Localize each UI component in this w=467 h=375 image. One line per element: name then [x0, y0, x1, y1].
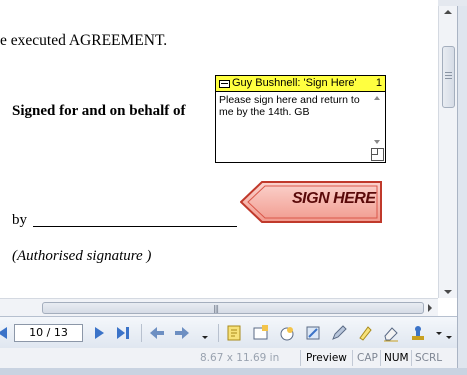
by-label: by [12, 212, 27, 228]
vertical-scrollbar[interactable] [438, 6, 457, 298]
signature-line [33, 226, 237, 227]
agreement-text: e executed AGREEMENT. [0, 32, 168, 49]
previous-page-icon[interactable] [0, 324, 12, 342]
text-box-icon[interactable] [252, 324, 270, 342]
page-number-field[interactable]: 10 / 13 [14, 324, 83, 342]
eraser-icon[interactable] [382, 324, 400, 342]
note-text[interactable]: Please sign here and return to me by the… [219, 94, 369, 118]
stamp-label: SIGN HERE [292, 190, 376, 207]
caps-lock-indicator: CAP [357, 352, 378, 364]
sign-here-stamp[interactable]: SIGN HERE [240, 181, 383, 223]
collapse-note-icon[interactable] [219, 80, 230, 88]
scroll-up-arrow-icon[interactable] [444, 10, 452, 14]
back-icon[interactable] [148, 324, 166, 342]
link-icon[interactable] [304, 324, 322, 342]
last-page-icon[interactable] [114, 324, 132, 342]
scroll-down-icon[interactable] [374, 140, 380, 144]
scroll-right-arrow-icon[interactable] [428, 304, 432, 312]
page-size-readout: 8.67 x 11.69 in [200, 352, 280, 364]
scroll-down-arrow-icon[interactable] [444, 290, 452, 294]
view-mode-indicator: Preview [306, 352, 347, 364]
num-lock-indicator: NUM [384, 352, 409, 364]
note-page-number: 1 [375, 77, 382, 89]
horizontal-scrollbar[interactable]: ||| [0, 298, 438, 316]
status-bar: 8.67 x 11.69 in Preview CAP NUM SCRL [0, 348, 457, 369]
signature-stamp-icon[interactable] [409, 324, 427, 342]
chevron-down-icon[interactable] [196, 324, 214, 342]
authorised-signature-label: (Authorised signature ) [12, 248, 152, 264]
signed-for-label: Signed for and on behalf of [12, 103, 186, 119]
highlighter-icon[interactable] [356, 324, 374, 342]
next-page-icon[interactable] [90, 324, 108, 342]
document-page: e executed AGREEMENT. Signed for and on … [0, 0, 438, 298]
scroll-up-icon[interactable] [374, 96, 380, 100]
window-bottom-edge [0, 368, 467, 375]
scroll-lock-indicator: SCRL [415, 352, 443, 364]
navigation-toolbar: 10 / 13 [0, 316, 457, 350]
horizontal-scroll-thumb[interactable]: ||| [42, 302, 424, 314]
comment-note[interactable]: Guy Bushnell: 'Sign Here' 1 Please sign … [215, 75, 386, 163]
vertical-scroll-thumb[interactable] [442, 46, 455, 108]
chevron-down-icon[interactable] [443, 324, 461, 342]
note-header[interactable]: Guy Bushnell: 'Sign Here' 1 [216, 76, 385, 92]
note-scrollbar[interactable] [371, 94, 383, 144]
note-resize-handle[interactable] [371, 148, 384, 161]
window-right-edge [457, 6, 467, 375]
note-icon[interactable] [225, 324, 243, 342]
pencil-icon[interactable] [330, 324, 348, 342]
forward-icon[interactable] [173, 324, 191, 342]
stamp-icon[interactable] [278, 324, 296, 342]
scroll-grip-icon: ||| [213, 304, 219, 313]
note-author: Guy Bushnell: 'Sign Here' [232, 77, 357, 89]
